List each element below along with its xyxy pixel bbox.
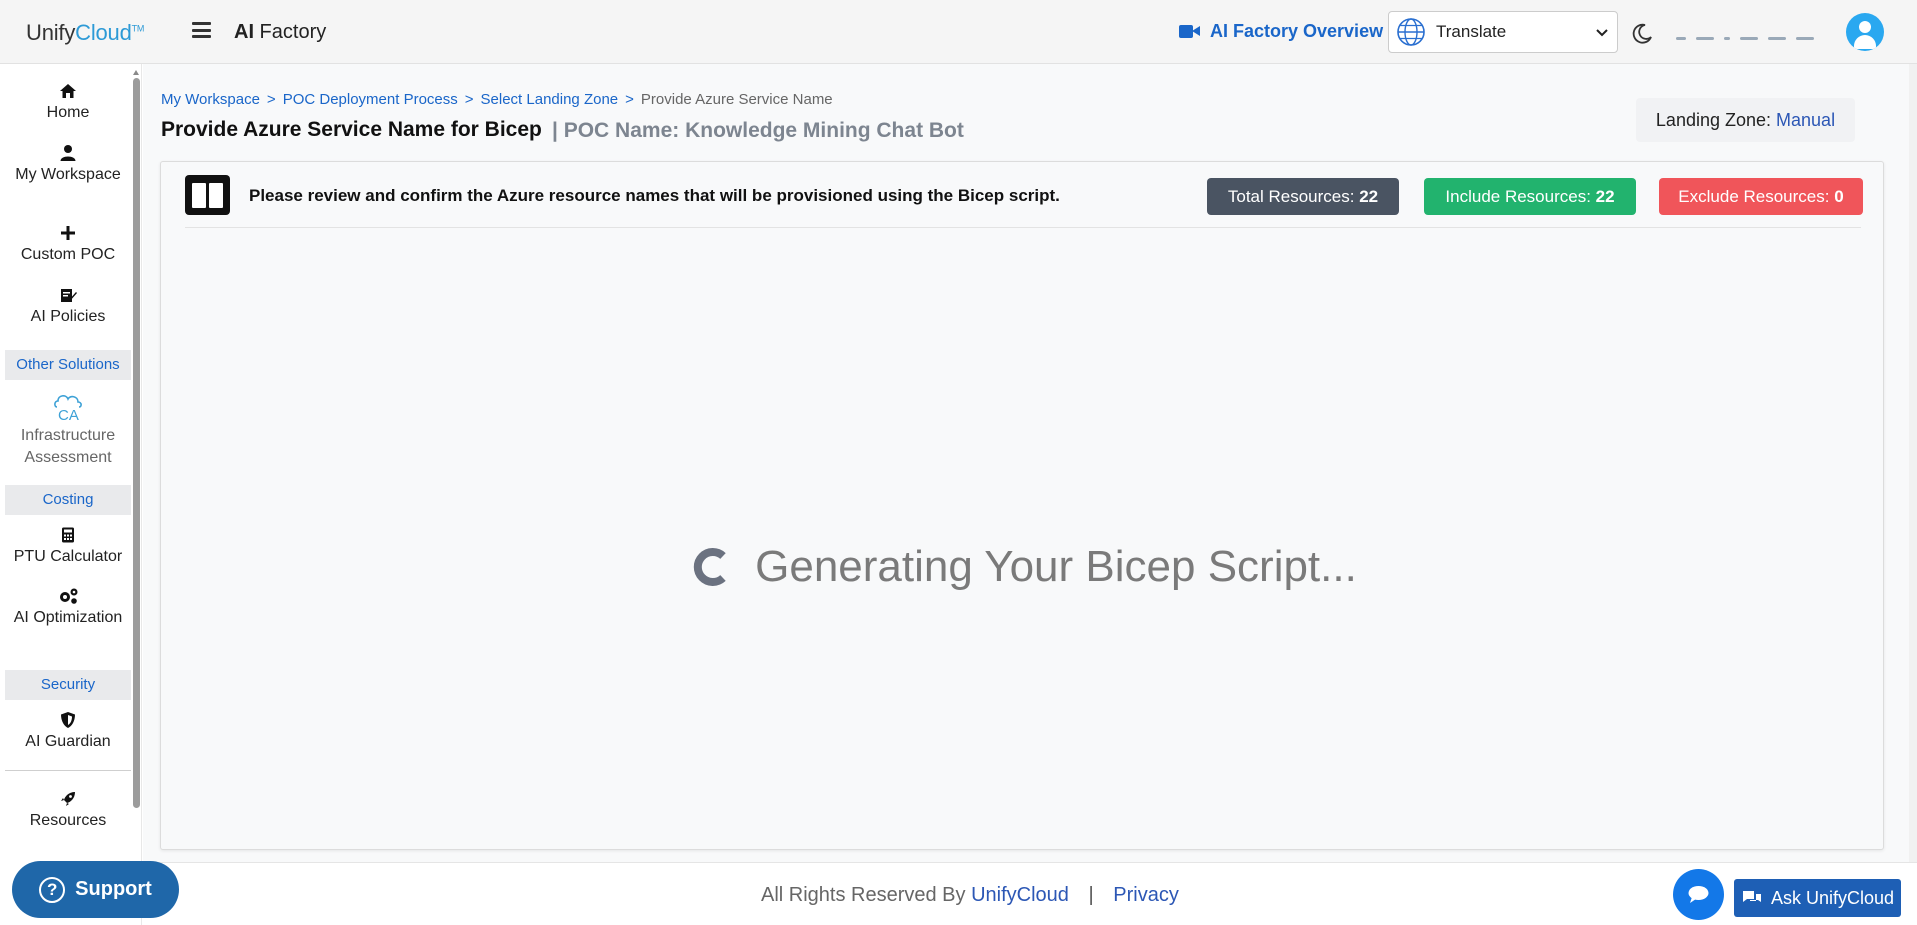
breadcrumb-my-workspace[interactable]: My Workspace: [161, 91, 260, 108]
ask-unifycloud-button[interactable]: Ask UnifyCloud: [1734, 879, 1901, 917]
page-title: Provide Azure Service Name for Bicep: [161, 118, 542, 141]
sidebar-item-infrastructure-assessment[interactable]: CA Infrastructure Assessment: [5, 391, 131, 469]
breadcrumb-select-landing-zone[interactable]: Select Landing Zone: [481, 91, 619, 108]
dark-mode-moon-icon[interactable]: [1631, 22, 1653, 44]
cloud-ca-icon: CA: [54, 395, 82, 423]
calculator-icon: [62, 527, 74, 543]
breadcrumb: My Workspace > POC Deployment Process > …: [161, 91, 833, 108]
breadcrumb-current: Provide Azure Service Name: [640, 91, 833, 108]
loading-indicator: Generating Your Bicep Script...: [161, 542, 1885, 592]
sidebar-item-resources[interactable]: Resources: [5, 790, 131, 832]
sidebar-divider: [5, 770, 131, 771]
user-avatar-icon[interactable]: [1846, 13, 1884, 51]
comments-icon: [1742, 891, 1761, 902]
gears-icon: [60, 588, 78, 604]
section-other-solutions: Other Solutions: [5, 350, 131, 380]
landing-zone-value: Manual: [1776, 110, 1836, 130]
include-resources-badge[interactable]: Include Resources: 22: [1424, 178, 1636, 215]
shield-icon: [61, 712, 75, 728]
sidebar-item-ai-policies[interactable]: AI Policies: [5, 286, 131, 328]
section-costing: Costing: [5, 485, 131, 515]
sidebar-item-my-workspace[interactable]: My Workspace: [5, 144, 131, 186]
sidebar-item-ptu-calculator[interactable]: PTU Calculator: [5, 526, 131, 568]
plus-icon: [61, 226, 75, 240]
sidebar: Home My Workspace Custom POC AI Policies…: [0, 64, 142, 925]
loading-text: Generating Your Bicep Script...: [755, 542, 1357, 591]
ai-factory-overview-link[interactable]: AI Factory Overview: [1179, 21, 1383, 42]
sidebar-item-ai-guardian[interactable]: AI Guardian: [5, 711, 131, 753]
rocket-icon: [61, 792, 75, 806]
sidebar-item-custom-poc[interactable]: Custom POC: [5, 224, 131, 266]
unifycloud-logo[interactable]: UnifyCloudTM: [26, 20, 144, 46]
sidebar-item-ai-optimization[interactable]: AI Optimization: [5, 587, 131, 628]
footer-brand-link[interactable]: UnifyCloud: [971, 884, 1069, 906]
app-title: AI Factory: [234, 21, 327, 43]
poc-name: | POC Name: Knowledge Mining Chat Bot: [552, 119, 964, 142]
info-text: Please review and confirm the Azure reso…: [249, 186, 1060, 205]
sidebar-scrollbar[interactable]: [132, 70, 141, 868]
user-icon: [60, 145, 76, 161]
hamburger-menu-icon[interactable]: [192, 22, 211, 38]
policy-icon: [61, 289, 77, 302]
home-icon: [60, 84, 76, 98]
columns-book-icon: [185, 175, 230, 215]
spinner-icon: [693, 548, 726, 586]
landing-zone-badge: Landing Zone: Manual: [1636, 98, 1855, 142]
svg-text:CA: CA: [58, 407, 79, 423]
translate-select[interactable]: Translate: [1388, 11, 1618, 53]
chevron-down-icon: [1596, 29, 1608, 37]
video-camera-icon: [1179, 24, 1201, 39]
top-bar: UnifyCloudTM AI Factory AI Factory Overv…: [0, 0, 1917, 64]
footer: All Rights Reserved By UnifyCloud | Priv…: [143, 862, 1917, 925]
support-button[interactable]: ? Support: [12, 861, 179, 918]
breadcrumb-poc-deployment-process[interactable]: POC Deployment Process: [283, 91, 458, 108]
user-name-redacted: [1676, 30, 1836, 41]
main-content: My Workspace > POC Deployment Process > …: [143, 64, 1917, 862]
sidebar-item-home[interactable]: Home: [5, 82, 131, 124]
page-scrollbar[interactable]: [1909, 64, 1917, 862]
footer-text: All Rights Reserved By UnifyCloud | Priv…: [761, 884, 1179, 906]
panel-header: Please review and confirm the Azure reso…: [185, 162, 1863, 228]
section-security: Security: [5, 670, 131, 700]
resource-panel: Please review and confirm the Azure reso…: [160, 161, 1884, 850]
globe-icon: [1397, 18, 1425, 46]
total-resources-badge: Total Resources: 22: [1207, 178, 1399, 215]
chat-bubble-icon[interactable]: [1673, 869, 1724, 920]
question-circle-icon: ?: [39, 876, 66, 903]
exclude-resources-badge[interactable]: Exclude Resources: 0: [1659, 178, 1863, 215]
privacy-link[interactable]: Privacy: [1113, 884, 1179, 906]
